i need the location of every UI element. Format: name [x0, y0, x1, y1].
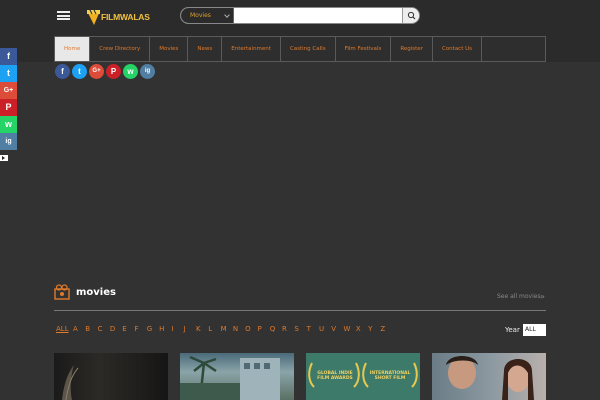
- letter-filter-g[interactable]: G: [147, 325, 159, 333]
- poster-image: [180, 355, 280, 400]
- letter-filter-z[interactable]: Z: [380, 325, 392, 333]
- poster-image: [446, 356, 534, 400]
- nav-item-news[interactable]: News: [188, 37, 223, 61]
- nav-item-contact-us[interactable]: Contact Us: [433, 37, 483, 61]
- whatsapp-icon[interactable]: w: [123, 64, 138, 79]
- letter-filter-b[interactable]: B: [85, 325, 97, 333]
- movie-poster[interactable]: [432, 353, 546, 400]
- facebook-icon[interactable]: f: [55, 64, 70, 79]
- letter-filter-x[interactable]: X: [356, 325, 368, 333]
- social-links: f t G+ Pw ig: [55, 64, 155, 79]
- letter-filter-f[interactable]: F: [134, 325, 146, 333]
- nav-item-register[interactable]: Register: [391, 37, 433, 61]
- share-whatsapp-icon[interactable]: w: [0, 116, 17, 133]
- letter-filter-d[interactable]: D: [110, 325, 122, 333]
- festival-award-text: GLOBAL INDIE FILM AWARDS: [317, 371, 353, 381]
- nav-item-film-festivals[interactable]: Film Festivals: [336, 37, 392, 61]
- chevron-down-icon: [224, 12, 230, 18]
- letter-filter-j[interactable]: J: [184, 325, 196, 333]
- letter-filter-l[interactable]: L: [208, 325, 220, 333]
- year-label: Year: [505, 326, 520, 334]
- nav-item-movies[interactable]: Movies: [150, 37, 189, 61]
- share-facebook-icon[interactable]: f: [0, 48, 17, 65]
- letter-filter-m[interactable]: M: [221, 325, 233, 333]
- letter-filter-o[interactable]: O: [245, 325, 257, 333]
- letter-filter-s[interactable]: S: [294, 325, 306, 333]
- letter-filter-e[interactable]: E: [122, 325, 134, 333]
- letter-filter-all[interactable]: ALL: [56, 325, 73, 333]
- movie-poster[interactable]: GLOBAL INDIE FILM AWARDS INTERNATIONAL S…: [306, 353, 420, 400]
- share-google-plus-icon[interactable]: G+: [0, 82, 17, 99]
- google-plus-icon[interactable]: G+: [89, 64, 104, 79]
- letter-filter-h[interactable]: H: [159, 325, 171, 333]
- search-bar: Movies: [180, 7, 420, 24]
- letter-filter-n[interactable]: N: [233, 325, 245, 333]
- share-pinterest-icon[interactable]: P: [0, 99, 17, 116]
- letter-filter-t[interactable]: T: [307, 325, 319, 333]
- share-collapse-toggle[interactable]: [0, 155, 8, 161]
- letter-filter-i[interactable]: I: [171, 325, 183, 333]
- movie-posters: GLOBAL INDIE FILM AWARDS INTERNATIONAL S…: [54, 353, 546, 400]
- letter-filter-c[interactable]: C: [98, 325, 110, 333]
- year-select[interactable]: ALL: [523, 324, 546, 336]
- letter-filter-y[interactable]: Y: [368, 325, 380, 333]
- section-title: movies: [76, 287, 116, 298]
- twitter-icon[interactable]: t: [72, 64, 87, 79]
- nav-item-crew-directory[interactable]: Crew Directory: [90, 37, 151, 61]
- search-button[interactable]: [402, 8, 419, 23]
- festival-award-text: INTERNATIONAL SHORT FILM: [369, 371, 411, 381]
- search-input[interactable]: [234, 8, 403, 23]
- menu-icon[interactable]: [57, 11, 70, 20]
- letter-filter-a[interactable]: A: [73, 325, 85, 333]
- movie-poster[interactable]: [180, 353, 294, 400]
- search-category-label: Movies: [190, 12, 211, 19]
- search-icon: [407, 11, 416, 20]
- share-sidebar: f t G+ Pw ig: [0, 48, 17, 150]
- letter-filter-w[interactable]: W: [344, 325, 356, 333]
- nav-item-home[interactable]: Home: [55, 37, 91, 61]
- letter-filter-v[interactable]: V: [331, 325, 343, 333]
- film-camera-icon: [54, 284, 70, 300]
- letter-filter-k[interactable]: K: [196, 325, 208, 333]
- letter-filter-r[interactable]: R: [282, 325, 294, 333]
- share-twitter-icon[interactable]: t: [0, 65, 17, 82]
- letter-filter-q[interactable]: Q: [270, 325, 282, 333]
- nav-item-entertainment[interactable]: Entertainment: [222, 37, 281, 61]
- nav-item-casting-calls[interactable]: Casting Calls: [281, 37, 336, 61]
- share-instagram-icon[interactable]: ig: [0, 133, 17, 150]
- logo-text: FILMWALAS: [101, 12, 150, 22]
- poster-image: [62, 365, 79, 400]
- letter-filter-p[interactable]: P: [257, 325, 269, 333]
- double-chevron-right-icon[interactable]: »: [540, 292, 545, 301]
- alphabet-filter: ALL A B C D E F G H I J K L M N O P Q R S T U V W X Y Z: [56, 325, 393, 333]
- clapperboard-logo-icon: [87, 9, 100, 25]
- site-logo[interactable]: FILMWALAS: [86, 9, 150, 27]
- search-category-select[interactable]: Movies: [181, 8, 234, 23]
- letter-filter-u[interactable]: U: [319, 325, 331, 333]
- main-nav: Home Crew Directory Movies News Entertai…: [54, 36, 546, 62]
- section-divider: [54, 310, 546, 311]
- see-all-movies-link[interactable]: See all movies: [497, 293, 541, 300]
- movie-poster[interactable]: [54, 353, 168, 400]
- pinterest-icon[interactable]: P: [106, 64, 121, 79]
- instagram-icon[interactable]: ig: [140, 64, 155, 79]
